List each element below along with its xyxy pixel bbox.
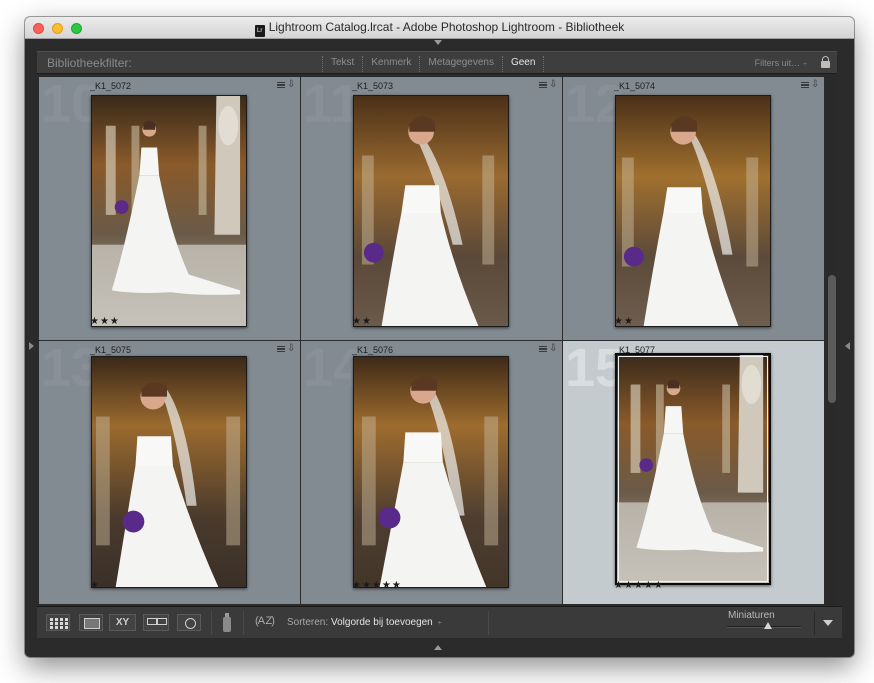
toolbar-options-chevron-icon[interactable] bbox=[814, 611, 840, 635]
grid-cell[interactable]: 11 _K1_5073 ⇩ ★★ bbox=[301, 77, 562, 340]
download-arrow-icon: ⇩ bbox=[287, 79, 296, 90]
cell-filename: _K1_5074 bbox=[614, 81, 656, 91]
photo-thumbnail[interactable] bbox=[353, 356, 509, 588]
download-arrow-icon: ⇩ bbox=[549, 79, 558, 90]
metadata-badge-icon[interactable]: ⇩ bbox=[539, 343, 558, 354]
thumbnail-grid: 10 _K1_5072 ⇩ ★★★ 11 _K1_5073 ⇩ ★★ 12 _K… bbox=[39, 77, 825, 605]
grid-cell[interactable]: 12 _K1_5074 ⇩ ★★ bbox=[563, 77, 824, 340]
star-rating[interactable]: ★★★ bbox=[90, 316, 120, 327]
cell-filename: _K1_5076 bbox=[352, 345, 394, 355]
photo-thumbnail[interactable] bbox=[615, 95, 771, 327]
download-arrow-icon: ⇩ bbox=[549, 343, 558, 354]
filter-tab-attribute[interactable]: Kenmerk bbox=[362, 56, 419, 72]
photo-thumbnail[interactable] bbox=[615, 353, 771, 585]
toolbar-divider bbox=[488, 611, 489, 635]
window-title: Lightroom Catalog.lrcat - Adobe Photosho… bbox=[268, 20, 625, 34]
metadata-badge-icon[interactable]: ⇩ bbox=[539, 79, 558, 90]
title-bar: Lr Lightroom Catalog.lrcat - Adobe Photos… bbox=[25, 17, 854, 39]
thumbnail-slider-knob[interactable] bbox=[763, 622, 772, 629]
dropdown-arrow-icon: ÷ bbox=[437, 620, 442, 627]
bride-photo-image bbox=[92, 357, 246, 587]
bride-photo-image bbox=[354, 96, 508, 326]
star-rating[interactable]: ★★★★★ bbox=[352, 580, 402, 591]
metadata-lines-icon bbox=[539, 346, 547, 352]
bottom-panel-toggle-icon[interactable] bbox=[434, 645, 442, 650]
grid-scrollbar[interactable] bbox=[827, 77, 837, 605]
left-panel-toggle-icon[interactable] bbox=[29, 342, 34, 350]
loupe-view-button[interactable] bbox=[79, 614, 103, 631]
photo-thumbnail[interactable] bbox=[353, 95, 509, 327]
window-title-wrap: Lr Lightroom Catalog.lrcat - Adobe Photos… bbox=[25, 20, 854, 37]
toolbar-divider bbox=[243, 611, 244, 635]
metadata-badge-icon[interactable]: ⇩ bbox=[277, 343, 296, 354]
toolbar-divider bbox=[211, 611, 212, 635]
star-rating[interactable]: ★ bbox=[90, 580, 100, 591]
grid-cell[interactable]: 10 _K1_5072 ⇩ ★★★ bbox=[39, 77, 300, 340]
bride-photo-image bbox=[617, 355, 769, 583]
star-rating[interactable]: ★★ bbox=[352, 316, 372, 327]
metadata-badge-icon[interactable]: ⇩ bbox=[277, 79, 296, 90]
painter-spray-can-icon[interactable] bbox=[223, 613, 231, 632]
sort-label: Sorteren: bbox=[287, 617, 329, 628]
padlock-icon[interactable] bbox=[821, 56, 830, 68]
library-toolbar: XY (A Z) Sorteren: Volgorde bij toevoege… bbox=[37, 606, 842, 638]
filter-tabs: Tekst Kenmerk Metagegevens Geen bbox=[322, 56, 545, 72]
photo-thumbnail[interactable] bbox=[91, 356, 247, 588]
bride-photo-image bbox=[616, 96, 770, 326]
metadata-lines-icon bbox=[277, 82, 285, 88]
filter-tab-text[interactable]: Tekst bbox=[322, 56, 362, 72]
metadata-lines-icon bbox=[801, 82, 809, 88]
top-panel-toggle-icon[interactable] bbox=[434, 40, 442, 45]
spray-can-body bbox=[223, 617, 231, 632]
grid-cell[interactable]: 13 _K1_5075 ⇩ ★ bbox=[39, 341, 300, 604]
filters-off-dropdown[interactable]: Filters uit… ÷ bbox=[755, 58, 807, 68]
metadata-lines-icon bbox=[277, 346, 285, 352]
download-arrow-icon: ⇩ bbox=[811, 79, 820, 90]
sort-direction-icon[interactable]: (A Z) bbox=[255, 615, 275, 627]
metadata-badge-icon[interactable]: ⇩ bbox=[801, 79, 820, 90]
grid-cell[interactable]: 14 _K1_5076 ⇩ ★★★★★ bbox=[301, 341, 562, 604]
bride-photo-image bbox=[354, 357, 508, 587]
survey-view-button[interactable] bbox=[143, 614, 169, 631]
star-rating[interactable]: ★★ bbox=[614, 316, 634, 327]
filters-off-label: Filters uit bbox=[754, 58, 792, 68]
filter-tab-none[interactable]: Geen bbox=[501, 56, 545, 72]
people-view-button[interactable] bbox=[177, 614, 201, 631]
bride-photo-image bbox=[92, 96, 246, 326]
scrollbar-thumb[interactable] bbox=[828, 275, 836, 403]
sort-direction-letters: A Z bbox=[257, 615, 272, 627]
library-filter-label: Bibliotheekfilter: bbox=[47, 56, 132, 70]
thumbnails-size-label: Miniaturen bbox=[728, 610, 775, 621]
grid-cell-selected[interactable]: 15 _K1_5077 ★★★★★ bbox=[563, 341, 824, 604]
grid-view-button[interactable] bbox=[46, 614, 70, 631]
lightroom-document-icon: Lr bbox=[254, 25, 265, 37]
padlock-body bbox=[821, 61, 830, 68]
star-rating[interactable]: ★★★★★ bbox=[614, 580, 664, 591]
lightroom-window: Lr Lightroom Catalog.lrcat - Adobe Photos… bbox=[25, 17, 854, 657]
library-filter-bar: Bibliotheekfilter: Tekst Kenmerk Metageg… bbox=[37, 51, 837, 74]
sort-order-dropdown[interactable]: Volgorde bij toevoegen ÷ bbox=[331, 617, 442, 628]
cell-filename: _K1_5073 bbox=[352, 81, 394, 91]
sort-order-value: Volgorde bij toevoegen bbox=[331, 617, 433, 628]
photo-thumbnail[interactable] bbox=[91, 95, 247, 327]
cell-filename: _K1_5075 bbox=[90, 345, 132, 355]
download-arrow-icon: ⇩ bbox=[287, 343, 296, 354]
right-panel-toggle-icon[interactable] bbox=[845, 342, 850, 350]
filter-tab-metadata[interactable]: Metagegevens bbox=[419, 56, 502, 72]
dropdown-arrow-icon: ÷ bbox=[803, 61, 807, 68]
metadata-lines-icon bbox=[539, 82, 547, 88]
compare-view-button[interactable]: XY bbox=[109, 614, 136, 631]
cell-filename: _K1_5072 bbox=[90, 81, 132, 91]
